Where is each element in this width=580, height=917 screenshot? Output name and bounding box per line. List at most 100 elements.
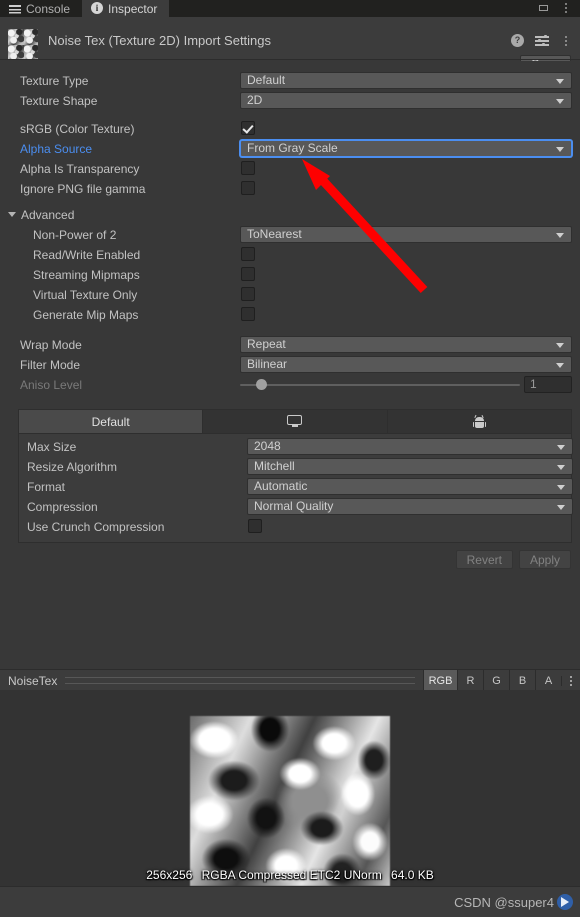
row-alpha-is-transparency: Alpha Is Transparency: [0, 159, 580, 179]
resize-algorithm-dropdown[interactable]: Mitchell: [247, 458, 573, 475]
row-ignore-png-gamma: Ignore PNG file gamma: [0, 179, 580, 199]
preview-title: NoiseTex: [8, 673, 58, 688]
help-icon[interactable]: ?: [511, 34, 524, 47]
page-title: Noise Tex (Texture 2D) Import Settings: [48, 33, 272, 48]
platform-tab-default[interactable]: Default: [19, 410, 204, 433]
srgb-label: sRGB (Color Texture): [20, 122, 135, 136]
preset-settings-icon[interactable]: [535, 34, 549, 47]
tab-inspector-label: Inspector: [108, 1, 158, 16]
virtual-texture-only-label: Virtual Texture Only: [33, 288, 138, 302]
kebab-menu-icon[interactable]: [561, 675, 580, 686]
compression-dropdown[interactable]: Normal Quality: [247, 498, 573, 515]
aniso-level-slider-handle[interactable]: [256, 379, 267, 390]
kebab-menu-icon[interactable]: [560, 35, 572, 47]
texture-format: RGBA Compressed ETC2 UNorm: [201, 868, 382, 882]
row-format: Format Automatic: [19, 477, 573, 497]
non-power-of-2-dropdown[interactable]: ToNearest: [240, 226, 572, 243]
watermark-text: CSDN @ssuper4: [454, 894, 554, 910]
apply-button[interactable]: Apply: [518, 550, 571, 569]
filter-mode-dropdown[interactable]: Bilinear: [240, 356, 572, 373]
platform-tab-android[interactable]: [387, 410, 571, 433]
alpha-source-label: Alpha Source: [20, 142, 93, 156]
compression-label: Compression: [27, 500, 98, 514]
row-non-power-of-2: Non-Power of 2 ToNearest: [0, 225, 580, 245]
row-streaming-mipmaps: Streaming Mipmaps: [0, 265, 580, 285]
texture-shape-label: Texture Shape: [20, 94, 98, 108]
use-crunch-compression-checkbox[interactable]: [248, 519, 262, 533]
tab-inspector[interactable]: Inspector: [82, 0, 170, 17]
aniso-level-label: Aniso Level: [20, 378, 83, 392]
row-texture-type: Texture Type Default: [0, 71, 580, 91]
streaming-mipmaps-checkbox[interactable]: [241, 267, 255, 281]
texture-shape-dropdown[interactable]: 2D: [240, 92, 572, 109]
header-divider: [0, 59, 580, 60]
header-icon-group: ?: [511, 34, 572, 47]
advanced-foldout[interactable]: Advanced: [0, 205, 580, 225]
row-generate-mip-maps: Generate Mip Maps: [0, 305, 580, 325]
advanced-label: Advanced: [21, 208, 75, 222]
virtual-texture-only-checkbox[interactable]: [241, 287, 255, 301]
resize-algorithm-label: Resize Algorithm: [27, 460, 118, 474]
texture-preview-image: [190, 716, 390, 886]
row-alpha-source: Alpha Source From Gray Scale: [0, 139, 580, 159]
ignore-png-gamma-label: Ignore PNG file gamma: [20, 182, 146, 196]
wrap-mode-label: Wrap Mode: [20, 338, 82, 352]
texture-type-label: Texture Type: [20, 74, 89, 88]
revert-button[interactable]: Revert: [455, 550, 513, 569]
read-write-enabled-label: Read/Write Enabled: [33, 248, 141, 262]
status-bar: CSDN @ssuper4: [0, 886, 580, 917]
row-compression: Compression Normal Quality: [19, 497, 573, 517]
channel-toggle-rgb[interactable]: RGB: [423, 670, 457, 691]
use-crunch-compression-label: Use Crunch Compression: [27, 520, 165, 534]
texture-dimensions: 256x256: [146, 868, 193, 882]
format-dropdown[interactable]: Automatic: [247, 478, 573, 495]
platform-tab-standalone[interactable]: [203, 410, 388, 433]
alpha-is-transparency-label: Alpha Is Transparency: [20, 162, 140, 176]
platform-tab-default-label: Default: [91, 414, 130, 429]
row-texture-shape: Texture Shape 2D: [0, 91, 580, 111]
watermark: CSDN @ssuper4: [454, 894, 573, 910]
row-virtual-texture-only: Virtual Texture Only: [0, 285, 580, 305]
aniso-level-value[interactable]: 1: [524, 376, 572, 393]
generate-mip-maps-label: Generate Mip Maps: [33, 308, 139, 322]
tab-console-label: Console: [26, 1, 71, 16]
preview-header-bar: NoiseTex RGB R G B A: [0, 669, 580, 691]
alpha-source-dropdown[interactable]: From Gray Scale: [240, 140, 572, 157]
max-size-dropdown[interactable]: 2048: [247, 438, 573, 455]
texture-size: 64.0 KB: [391, 868, 434, 882]
texture-thumbnail: [8, 29, 38, 59]
non-power-of-2-label: Non-Power of 2: [33, 228, 117, 242]
channel-toggle-group: RGB R G B A: [423, 670, 561, 691]
texture-preview-area: 256x256 RGBA Compressed ETC2 UNorm 64.0 …: [0, 690, 580, 886]
srgb-checkbox[interactable]: [241, 121, 255, 135]
preview-divider: [65, 677, 415, 684]
kebab-menu-icon[interactable]: [560, 2, 572, 14]
ignore-png-gamma-checkbox[interactable]: [241, 181, 255, 195]
tab-console[interactable]: Console: [0, 0, 82, 17]
row-wrap-mode: Wrap Mode Repeat: [0, 335, 580, 355]
channel-toggle-g[interactable]: G: [483, 670, 509, 691]
texture-type-dropdown[interactable]: Default: [240, 72, 572, 89]
apply-revert-button-group: Revert Apply: [455, 550, 571, 569]
row-aniso-level: Aniso Level 1: [0, 375, 580, 395]
channel-toggle-a[interactable]: A: [535, 670, 561, 691]
wrap-mode-dropdown[interactable]: Repeat: [240, 336, 572, 353]
generate-mip-maps-checkbox[interactable]: [241, 307, 255, 321]
channel-toggle-b[interactable]: B: [509, 670, 535, 691]
row-resize-algorithm: Resize Algorithm Mitchell: [19, 457, 573, 477]
platform-settings-box: Default Max Size 2048 Resize Algorithm M…: [18, 409, 573, 543]
inspector-icon: [91, 1, 104, 15]
channel-toggle-r[interactable]: R: [457, 670, 483, 691]
play-badge-icon: [557, 894, 573, 910]
inspector-header: Noise Tex (Texture 2D) Import Settings ?…: [0, 17, 580, 73]
android-icon: [472, 414, 487, 429]
read-write-enabled-checkbox[interactable]: [241, 247, 255, 261]
max-size-label: Max Size: [27, 440, 77, 454]
alpha-is-transparency-checkbox[interactable]: [241, 161, 255, 175]
chevron-down-icon: [8, 212, 16, 217]
filter-mode-label: Filter Mode: [20, 358, 81, 372]
maximize-icon[interactable]: [538, 2, 550, 14]
row-read-write-enabled: Read/Write Enabled: [0, 245, 580, 265]
console-icon: [9, 3, 21, 15]
aniso-level-slider[interactable]: [240, 384, 520, 386]
